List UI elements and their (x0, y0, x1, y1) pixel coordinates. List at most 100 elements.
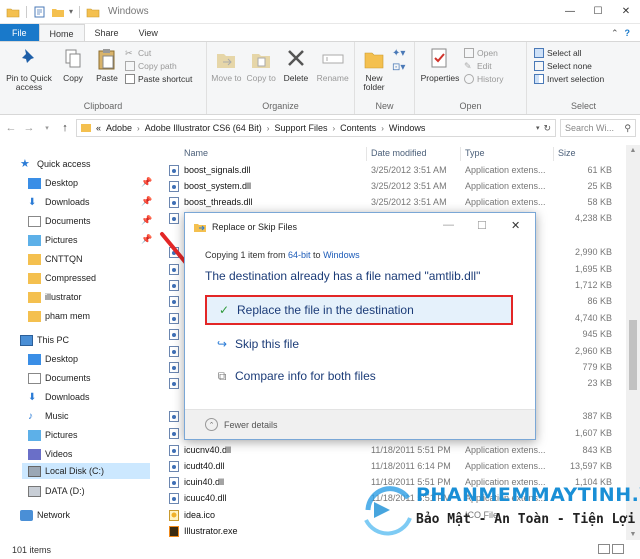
pin-icon[interactable]: 📌 (141, 234, 152, 245)
invert-selection-button[interactable]: Invert selection (534, 74, 604, 84)
nav-qa-compressed[interactable]: Compressed (28, 270, 96, 286)
tab-home[interactable]: Home (38, 24, 85, 42)
file-size: 86 KB (587, 296, 612, 306)
column-size[interactable]: Size (558, 148, 576, 158)
breadcrumb-windows[interactable]: Windows (389, 123, 426, 133)
address-bar[interactable]: « Adobe › Adobe Illustrator CS6 (64 Bit)… (76, 119, 556, 137)
paste-shortcut-button[interactable]: Paste shortcut (125, 74, 192, 84)
search-icon: ⚲ (624, 122, 631, 133)
properties-icon[interactable] (33, 6, 47, 18)
nav-pc-music[interactable]: ♪ Music (28, 408, 69, 424)
customize-toolbar-icon[interactable]: ▾ (69, 7, 73, 16)
open-button[interactable]: Open (464, 48, 503, 58)
destination-folder-link[interactable]: Windows (323, 250, 360, 260)
tab-share[interactable]: Share (85, 24, 129, 42)
chevron-up-icon: ⌃ (205, 418, 218, 431)
dialog-close-button[interactable]: ✕ (511, 219, 520, 232)
nav-qa-downloads[interactable]: ⬇ Downloads (28, 194, 90, 210)
nav-pc-pictures[interactable]: Pictures (28, 427, 78, 443)
scroll-up-arrow[interactable]: ▲ (626, 147, 640, 154)
nav-pc-local-disk[interactable]: Local Disk (C:) (22, 463, 150, 479)
dialog-minimize-button[interactable]: — (443, 219, 454, 231)
new-folder-icon[interactable] (51, 6, 65, 18)
table-row[interactable]: icucnv40.dll 11/18/2011 5:51 PM Applicat… (152, 442, 626, 458)
nav-qa-pictures[interactable]: Pictures (28, 232, 78, 248)
column-type[interactable]: Type (465, 148, 485, 158)
nav-qa-documents[interactable]: Documents (28, 213, 91, 229)
breadcrumb-support-files[interactable]: Support Files (274, 123, 327, 133)
column-name[interactable]: Name (184, 148, 208, 158)
skip-file-option[interactable]: ↪ Skip this file (205, 329, 513, 359)
column-divider[interactable] (460, 147, 461, 161)
tab-file[interactable]: File (0, 24, 39, 42)
breadcrumb-adobe[interactable]: Adobe (106, 123, 132, 133)
dialog-maximize-button[interactable]: ☐ (477, 219, 487, 232)
pictures-icon (28, 429, 41, 441)
select-none-icon (534, 61, 544, 71)
nav-qa-cnttqn[interactable]: CNTTQN (28, 251, 83, 267)
table-row[interactable]: boost_signals.dll 3/25/2012 3:51 AM Appl… (152, 162, 626, 178)
scissors-icon: ✂ (125, 48, 133, 58)
forward-button[interactable]: → (22, 122, 36, 134)
breadcrumb-contents[interactable]: Contents (340, 123, 376, 133)
recent-locations-button[interactable]: ▾ (40, 124, 54, 132)
close-button[interactable]: ✕ (612, 6, 640, 17)
nav-pc-downloads[interactable]: ⬇ Downloads (28, 389, 90, 405)
search-input[interactable]: Search Wi... ⚲ (560, 119, 636, 137)
column-divider[interactable] (553, 147, 554, 161)
help-icon[interactable]: ? (625, 28, 631, 38)
edit-button[interactable]: ✎ Edit (464, 61, 503, 71)
replace-file-option[interactable]: ✓ Replace the file in the destination (205, 295, 513, 325)
address-dropdown-icon[interactable]: ▾ (536, 124, 540, 132)
large-icons-view-icon[interactable] (612, 544, 624, 554)
tab-view[interactable]: View (129, 24, 168, 42)
breadcrumb-overflow[interactable]: « (96, 123, 101, 133)
compare-files-option[interactable]: ⧉ Compare info for both files (205, 361, 513, 391)
nav-pc-data-drive[interactable]: DATA (D:) (28, 483, 85, 499)
select-all-button[interactable]: Select all (534, 48, 604, 58)
fewer-details-toggle[interactable]: ⌃ Fewer details (185, 409, 535, 439)
source-folder-link[interactable]: 64-bit (288, 250, 311, 260)
move-to-icon (217, 54, 236, 68)
dialog-title: Replace or Skip Files (212, 222, 298, 232)
pin-icon[interactable]: 📌 (141, 177, 152, 188)
nav-pc-documents[interactable]: Documents (28, 370, 91, 386)
scrollbar-thumb[interactable] (629, 320, 637, 390)
copy-path-button[interactable]: Copy path (125, 61, 192, 71)
collapse-ribbon-icon[interactable]: ⌃ (611, 28, 619, 39)
breadcrumb-illustrator[interactable]: Adobe Illustrator CS6 (64 Bit) (145, 123, 262, 133)
pin-icon[interactable]: 📌 (141, 215, 152, 226)
history-button[interactable]: History (464, 74, 503, 84)
select-all-label: Select all (547, 48, 582, 58)
maximize-button[interactable]: ☐ (584, 6, 612, 17)
dialog-heading: The destination already has a file named… (205, 269, 481, 283)
file-size: 843 KB (582, 445, 612, 455)
table-row[interactable]: boost_system.dll 3/25/2012 3:51 AM Appli… (152, 178, 626, 194)
nav-this-pc[interactable]: This PC (20, 332, 69, 348)
new-item-icon[interactable]: ✦▾ (392, 48, 405, 59)
nav-pc-desktop[interactable]: Desktop (28, 351, 78, 367)
column-date[interactable]: Date modified (371, 148, 427, 158)
table-row[interactable]: boost_threads.dll 3/25/2012 3:51 AM Appl… (152, 194, 626, 210)
easy-access-icon[interactable]: ⊡▾ (392, 62, 405, 73)
back-button[interactable]: ← (4, 122, 18, 134)
nav-quick-access[interactable]: ★ Quick access (20, 156, 91, 172)
cut-button[interactable]: ✂ Cut (125, 48, 192, 58)
nav-qa-compressed-label: Compressed (45, 273, 97, 283)
table-row[interactable]: icudt40.dll 11/18/2011 6:14 PM Applicati… (152, 458, 626, 474)
select-none-button[interactable]: Select none (534, 61, 604, 71)
open-group-label: Open (459, 101, 482, 111)
nav-qa-desktop[interactable]: Desktop (28, 175, 78, 191)
column-divider[interactable] (366, 147, 367, 161)
window-controls: — ☐ ✕ (556, 6, 640, 17)
nav-network-label: Network (37, 510, 71, 520)
nav-qa-illustrator[interactable]: illustrator (28, 289, 82, 305)
up-button[interactable]: ↑ (58, 122, 72, 134)
pin-icon[interactable]: 📌 (141, 196, 152, 207)
nav-network[interactable]: Network (20, 507, 70, 523)
minimize-button[interactable]: — (556, 6, 584, 17)
refresh-icon[interactable]: ↻ (543, 123, 551, 134)
details-view-icon[interactable] (598, 544, 610, 554)
nav-qa-pham-mem[interactable]: pham mem (28, 308, 90, 324)
nav-pc-videos[interactable]: Videos (28, 446, 72, 462)
